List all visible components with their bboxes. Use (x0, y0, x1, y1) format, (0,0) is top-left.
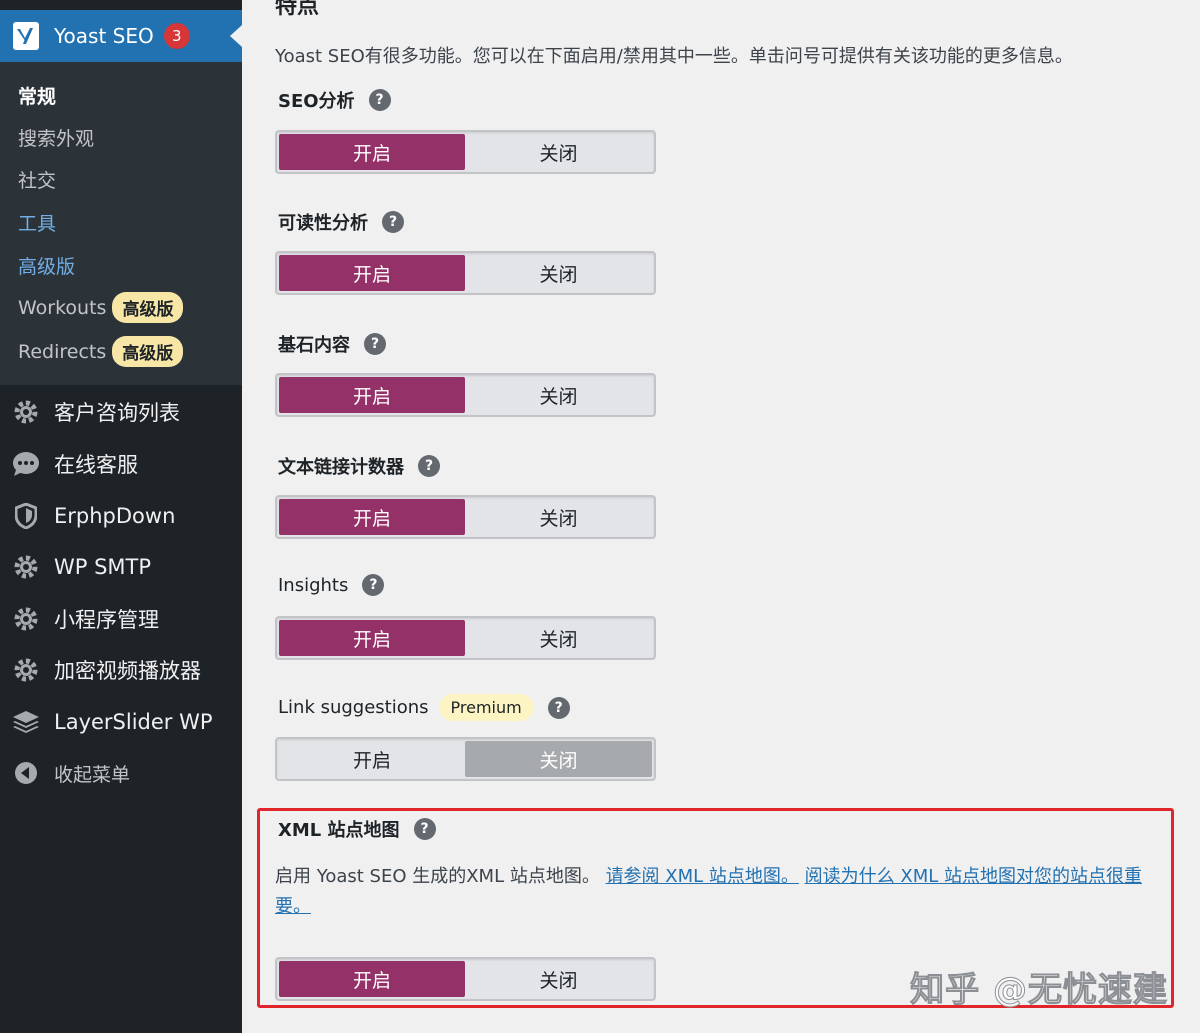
toggle-on-option[interactable]: 开启 (279, 377, 465, 413)
help-icon[interactable]: ? (547, 696, 570, 719)
toggle-on-option[interactable]: 开启 (279, 499, 465, 535)
section-heading: 特点 (275, 0, 320, 19)
feature-label-link-counter: 文本链接计数器 ? (278, 453, 440, 479)
menu-item-erphpdown[interactable]: ErphpDown (12, 496, 175, 536)
toggle-off-option[interactable]: 关闭 (465, 377, 652, 413)
toggle-link-suggestions: 开启 关闭 (275, 737, 656, 781)
help-icon[interactable]: ? (413, 818, 436, 840)
submenu-item-search-appearance[interactable]: 搜索外观 (18, 124, 94, 151)
gear-icon (12, 656, 40, 684)
toggle-off-option[interactable]: 关闭 (465, 961, 652, 997)
help-icon[interactable]: ? (382, 211, 404, 233)
help-icon[interactable]: ? (362, 574, 385, 596)
toggle-seo-analysis: 开启 关闭 (275, 130, 656, 174)
toggle-on-option: 开启 (352, 749, 391, 772)
toggle-readability: 开启 关闭 (275, 251, 656, 295)
submenu-item-social[interactable]: 社交 (18, 166, 56, 193)
menu-item-collapse[interactable]: 收起菜单 (12, 753, 130, 793)
premium-badge: 高级版 (112, 292, 184, 323)
feature-label-readability: 可读性分析 ? (278, 209, 404, 235)
current-menu-pointer (230, 25, 242, 47)
submenu-item-workouts[interactable]: Workouts 高级版 (18, 292, 184, 323)
toggle-on-option[interactable]: 开启 (279, 961, 465, 997)
toggle-off-option[interactable]: 关闭 (465, 499, 652, 535)
toggle-on-option[interactable]: 开启 (279, 620, 465, 656)
notification-count-badge: 3 (163, 23, 190, 49)
toggle-link-counter: 开启 关闭 (275, 495, 656, 539)
menu-item-mini-program[interactable]: 小程序管理 (12, 599, 159, 639)
collapse-icon (12, 759, 40, 787)
submenu-item-premium[interactable]: 高级版 (18, 252, 75, 279)
feature-label-insights: Insights ? (278, 574, 385, 596)
feature-label-cornerstone: 基石内容 ? (278, 331, 386, 357)
toggle-off-option[interactable]: 关闭 (465, 255, 652, 291)
submenu-item-general[interactable]: 常规 (18, 82, 56, 109)
toggle-on-option[interactable]: 开启 (279, 134, 465, 170)
yoast-submenu: 常规 搜索外观 社交 工具 高级版 Workouts 高级版 Redirects… (0, 62, 242, 385)
premium-badge: 高级版 (112, 336, 184, 367)
menu-item-customer-inquiries[interactable]: 客户咨询列表 (12, 392, 180, 432)
yoast-logo-icon (13, 22, 39, 50)
help-icon[interactable]: ? (368, 89, 391, 111)
chat-icon (12, 450, 40, 478)
gear-icon (12, 605, 40, 633)
gear-icon (12, 398, 40, 426)
toggle-off-option: 关闭 (465, 741, 652, 777)
menu-item-wp-smtp[interactable]: WP SMTP (12, 547, 151, 587)
link-xml-sitemap-docs[interactable]: 请参阅 XML 站点地图。 (606, 866, 799, 887)
main-content: 特点 Yoast SEO有很多功能。您可以在下面启用/禁用其中一些。单击问号可提… (242, 0, 1200, 1033)
help-icon[interactable]: ? (418, 455, 440, 477)
shield-icon (12, 502, 40, 530)
admin-sidebar: Yoast SEO 3 常规 搜索外观 社交 工具 高级版 Workouts 高… (0, 0, 242, 1033)
toggle-on-option[interactable]: 开启 (279, 255, 465, 291)
help-icon[interactable]: ? (364, 333, 386, 355)
layers-icon (12, 708, 40, 736)
toggle-cornerstone: 开启 关闭 (275, 373, 656, 417)
menu-item-yoast-seo[interactable]: Yoast SEO 3 (0, 10, 242, 62)
watermark: 知乎 @无忧速建 (910, 970, 1168, 1011)
toggle-off-option[interactable]: 关闭 (465, 134, 652, 170)
section-intro: Yoast SEO有很多功能。您可以在下面启用/禁用其中一些。单击问号可提供有关… (275, 46, 1073, 67)
xml-sitemap-description: 启用 Yoast SEO 生成的XML 站点地图。 请参阅 XML 站点地图。 … (275, 866, 1142, 917)
menu-item-layerslider[interactable]: LayerSlider WP (12, 702, 213, 742)
toggle-xml-sitemap: 开启 关闭 (275, 957, 656, 1001)
feature-label-xml-sitemap: XML 站点地图 ? (278, 816, 436, 842)
menu-title: Yoast SEO (54, 24, 154, 48)
toggle-off-option[interactable]: 关闭 (465, 620, 652, 656)
submenu-item-redirects[interactable]: Redirects 高级版 (18, 336, 184, 367)
feature-label-seo-analysis: SEO分析 ? (278, 87, 391, 113)
menu-item-video-player[interactable]: 加密视频播放器 (12, 650, 201, 690)
feature-label-link-suggestions: Link suggestions Premium ? (278, 694, 570, 721)
toggle-insights: 开启 关闭 (275, 616, 656, 660)
menu-item-online-service[interactable]: 在线客服 (12, 444, 138, 484)
premium-badge: Premium (438, 694, 534, 721)
gear-icon (12, 553, 40, 581)
submenu-item-tools[interactable]: 工具 (18, 209, 56, 236)
